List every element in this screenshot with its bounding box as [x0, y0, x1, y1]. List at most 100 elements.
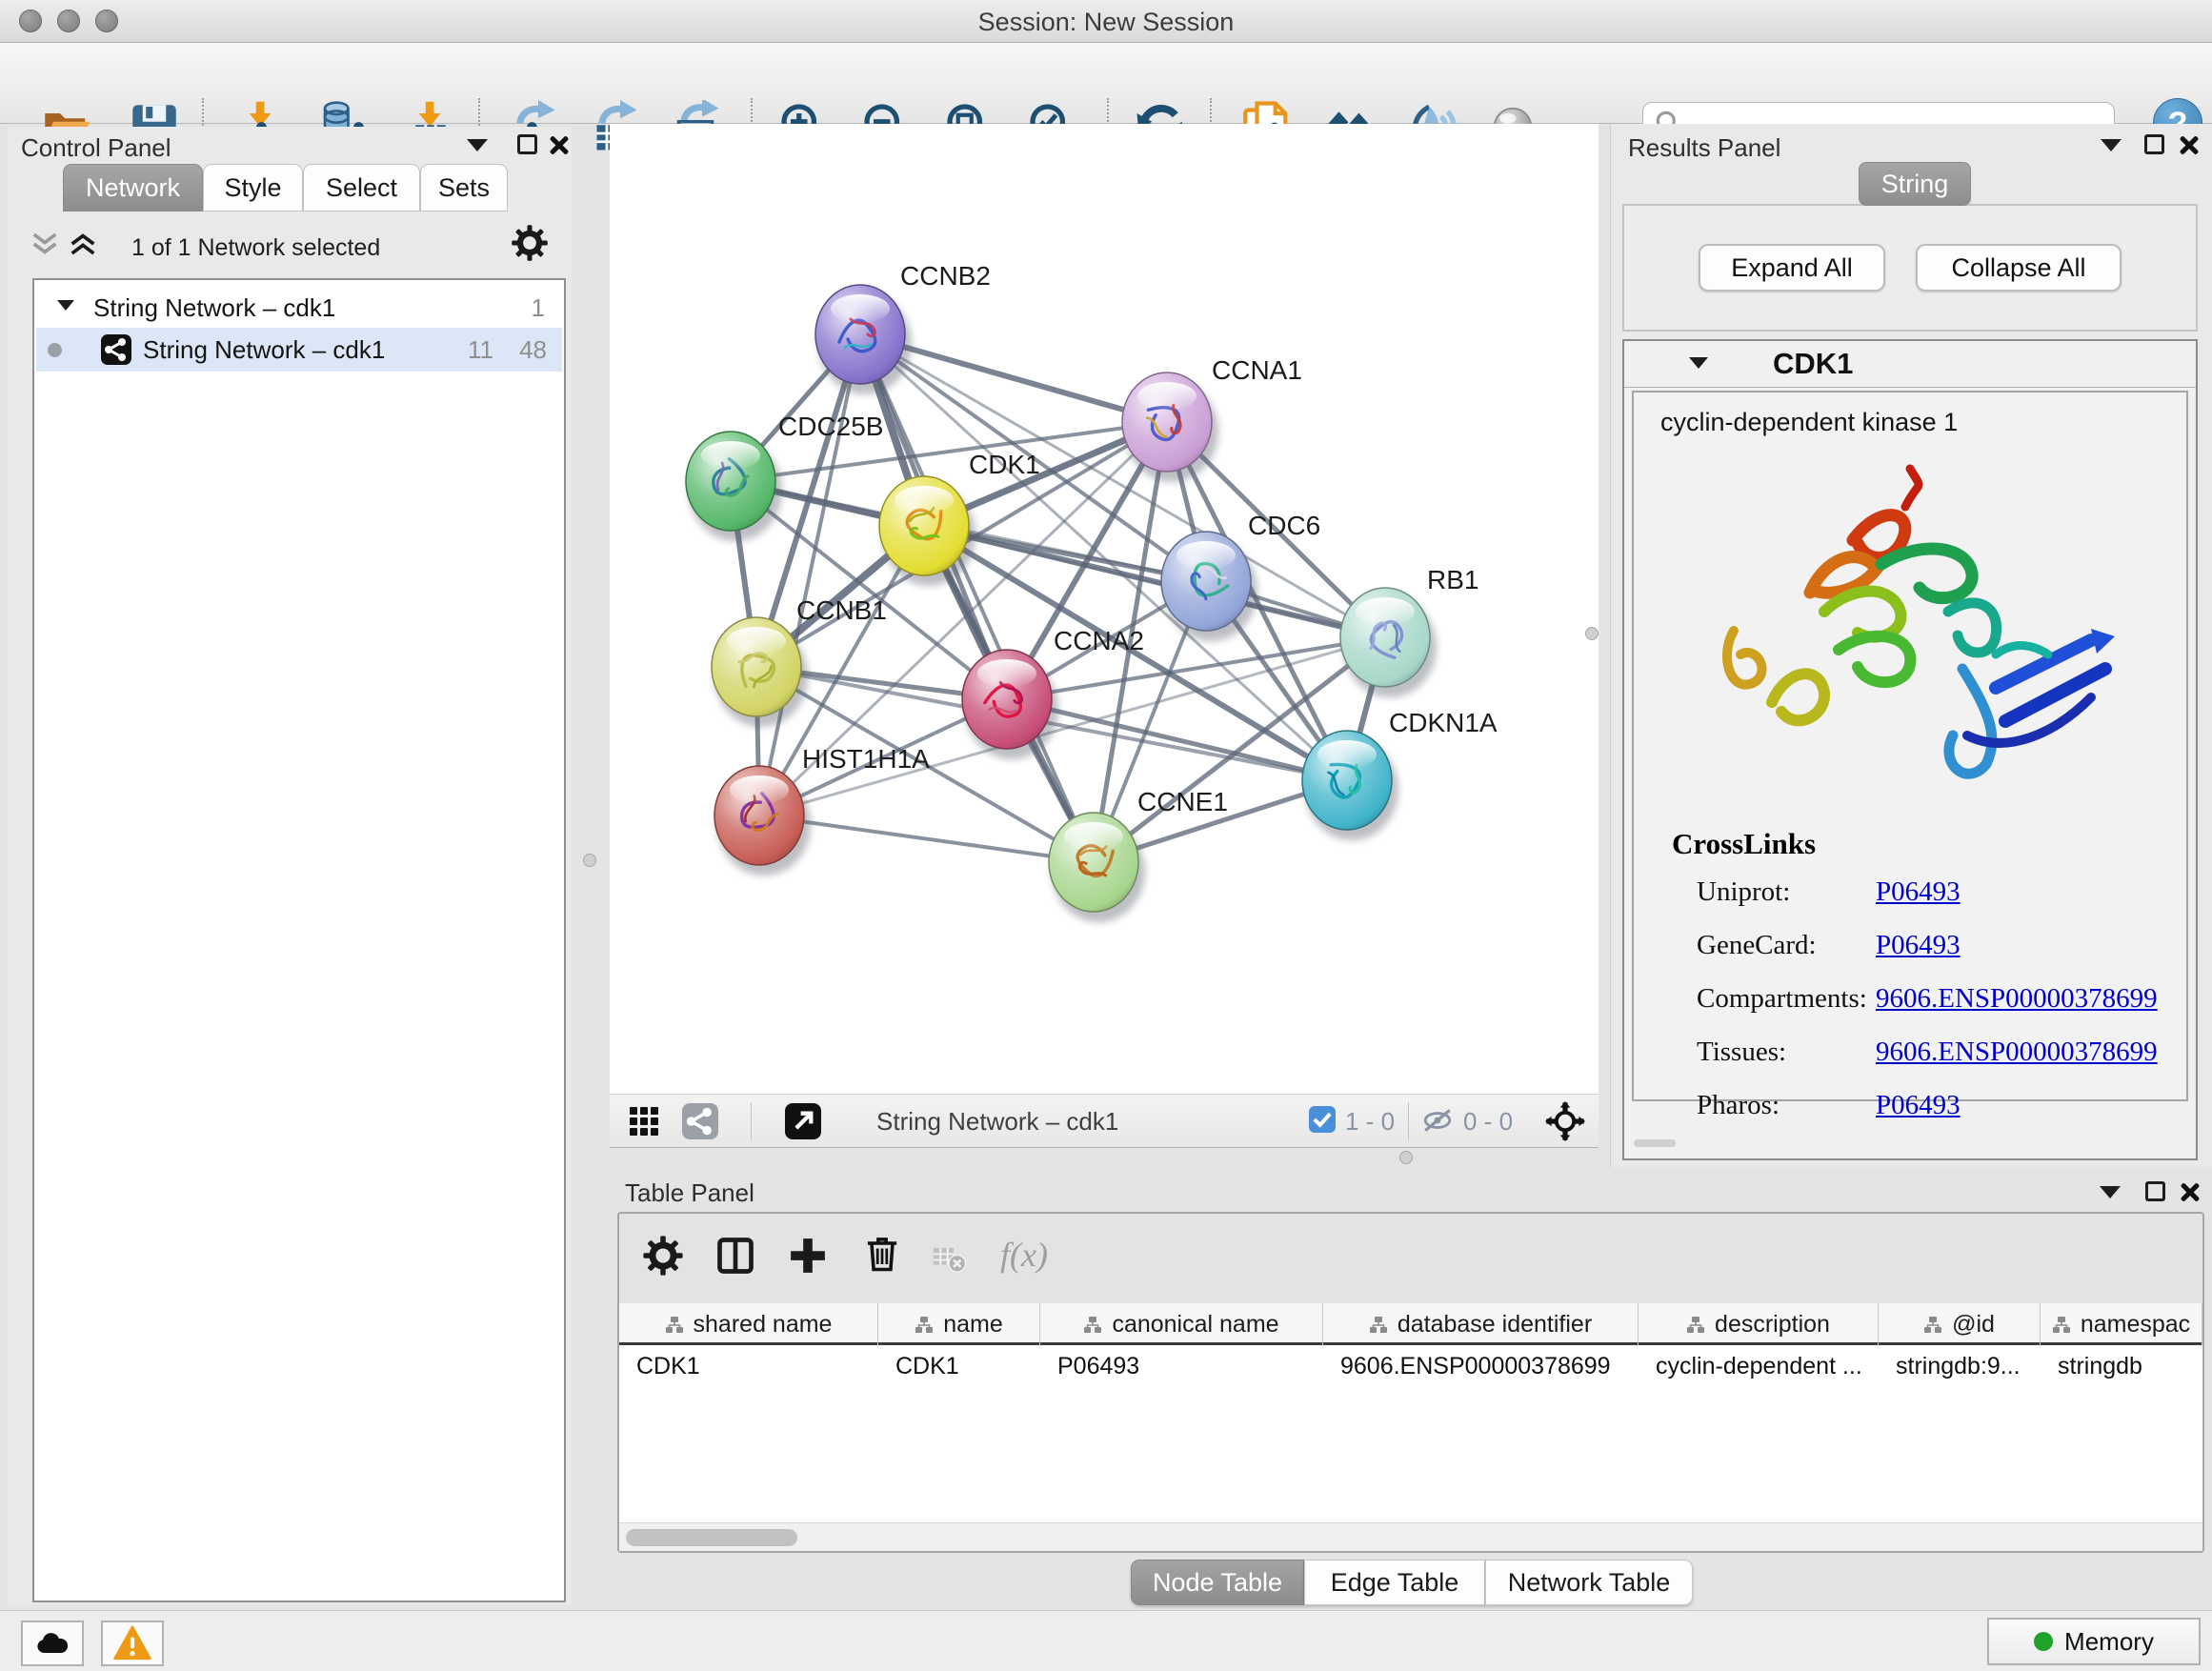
column-header[interactable]: shared name — [619, 1303, 878, 1345]
table-cell[interactable]: CDK1 — [619, 1345, 878, 1522]
close-panel-icon[interactable] — [549, 134, 570, 155]
protein-node[interactable]: CCNB1 — [712, 595, 887, 727]
delete-table-icon-disabled — [930, 1238, 968, 1277]
network-graph[interactable]: CCNB2CCNA1CDC25BCDK1CDC6RB1CCNB1CCNA2CDK… — [610, 124, 1599, 1094]
float-panel-icon[interactable] — [2145, 1181, 2165, 1201]
show-columns-icon[interactable] — [714, 1235, 756, 1277]
hidden-counts: 0 - 0 — [1463, 1107, 1513, 1137]
node-label: CCNB2 — [900, 261, 991, 291]
delete-column-icon[interactable] — [861, 1233, 903, 1275]
tab-style[interactable]: Style — [203, 164, 303, 211]
node-label: CCNA2 — [1054, 626, 1144, 655]
table-cell[interactable]: CDK1 — [878, 1345, 1040, 1522]
cdk1-details: cyclin-dependent kinase 1 — [1632, 391, 2188, 1101]
warning-button[interactable] — [101, 1621, 164, 1666]
birdseye-grid-icon[interactable] — [629, 1106, 659, 1137]
view-toolbar-separator — [751, 1102, 752, 1140]
table-gear-icon[interactable] — [642, 1235, 684, 1277]
network-canvas[interactable]: CCNB2CCNA1CDC25BCDK1CDC6RB1CCNB1CCNA2CDK… — [610, 124, 1599, 1094]
tab-network-table[interactable]: Network Table — [1485, 1560, 1693, 1605]
memory-button[interactable]: Memory — [1987, 1618, 2201, 1665]
expand-all-button[interactable]: Expand All — [1699, 244, 1885, 292]
tab-edge-table-label: Edge Table — [1331, 1568, 1459, 1597]
hidden-eye-icon[interactable] — [1421, 1106, 1454, 1135]
panel-menu-icon[interactable] — [2101, 139, 2122, 151]
crosslink-pharos-link[interactable]: P06493 — [1876, 1090, 1961, 1121]
node-label: RB1 — [1427, 565, 1478, 594]
string-view-icon[interactable] — [682, 1103, 718, 1139]
open-in-window-button[interactable] — [785, 1103, 821, 1139]
crosslink-uniprot-link[interactable]: P06493 — [1876, 876, 1961, 908]
column-header[interactable]: canonical name — [1040, 1303, 1323, 1345]
table-cell[interactable]: stringdb:9... — [1879, 1345, 2041, 1522]
cdk1-section-header[interactable]: CDK1 — [1624, 341, 2196, 388]
bottom-sash-handle[interactable] — [1399, 1151, 1413, 1164]
protein-node[interactable]: CDC6 — [1161, 511, 1320, 641]
add-column-icon[interactable] — [787, 1235, 829, 1277]
gene-description: cyclin-dependent kinase 1 — [1660, 408, 1958, 437]
tab-network[interactable]: Network — [63, 164, 203, 211]
tree-expand-icon[interactable] — [57, 300, 74, 311]
protein-structure-image — [1681, 450, 2158, 802]
results-hscrollbar[interactable] — [1634, 1139, 1676, 1147]
left-sash-handle[interactable] — [583, 854, 596, 867]
node-label: CDC25B — [778, 412, 883, 441]
crosslink-compartments-link[interactable]: 9606.ENSP00000378699 — [1876, 983, 2158, 1015]
column-header-label: name — [943, 1311, 1003, 1339]
float-panel-icon[interactable] — [517, 134, 537, 154]
column-header[interactable]: description — [1639, 1303, 1879, 1345]
column-header[interactable]: name — [878, 1303, 1040, 1345]
panel-menu-icon[interactable] — [2100, 1186, 2121, 1198]
crosslink-tissues-link[interactable]: 9606.ENSP00000378699 — [1876, 1037, 2158, 1068]
tab-node-table[interactable]: Node Table — [1131, 1560, 1304, 1605]
collapse-all-icon[interactable] — [29, 228, 61, 260]
close-panel-icon[interactable] — [2180, 1181, 2201, 1202]
float-panel-icon[interactable] — [2144, 134, 2164, 154]
network-collection-row[interactable]: String Network – cdk1 1 — [36, 288, 562, 330]
protein-node[interactable]: CCNA2 — [962, 626, 1144, 759]
fit-crosshair-icon[interactable] — [1545, 1101, 1585, 1141]
tab-string[interactable]: String — [1859, 162, 1971, 206]
tab-string-label: String — [1881, 170, 1949, 198]
collapse-all-button[interactable]: Collapse All — [1916, 244, 2122, 292]
close-panel-icon[interactable] — [2179, 134, 2200, 155]
network-node-count: 11 — [468, 335, 493, 365]
title-bar: Session: New Session — [0, 0, 2212, 43]
table-cell[interactable]: 9606.ENSP00000378699 — [1323, 1345, 1639, 1522]
right-sash-handle[interactable] — [1585, 627, 1599, 640]
tab-edge-table[interactable]: Edge Table — [1304, 1560, 1485, 1605]
column-header-label: @id — [1952, 1311, 1995, 1339]
tab-select[interactable]: Select — [303, 164, 420, 211]
panel-menu-icon[interactable] — [467, 139, 488, 151]
crosslink-genecard-link[interactable]: P06493 — [1876, 930, 1961, 961]
protein-node[interactable]: CDKN1A — [1302, 708, 1498, 840]
selected-checkbox[interactable] — [1309, 1106, 1336, 1133]
tab-sets[interactable]: Sets — [420, 164, 508, 211]
cloud-button[interactable] — [21, 1621, 84, 1666]
protein-node[interactable]: CCNA1 — [1122, 355, 1302, 482]
memory-status-dot — [2034, 1632, 2053, 1651]
table-cell[interactable]: stringdb — [2041, 1345, 2202, 1522]
table-data-row[interactable]: CDK1CDK1P064939606.ENSP00000378699cyclin… — [619, 1345, 2202, 1522]
column-header[interactable]: namespac — [2041, 1303, 2202, 1345]
network-selection-status: 1 of 1 Network selected — [131, 234, 380, 262]
table-cell[interactable]: cyclin-dependent ... — [1639, 1345, 1879, 1522]
column-header[interactable]: @id — [1879, 1303, 2041, 1345]
expand-all-icon[interactable] — [67, 228, 99, 260]
table-hscrollbar-thumb[interactable] — [626, 1529, 797, 1546]
crosslink-label: GeneCard: — [1697, 930, 1817, 961]
tab-style-label: Style — [224, 173, 281, 202]
network-row-selected[interactable]: String Network – cdk1 11 48 — [36, 328, 562, 372]
column-header-label: database identifier — [1398, 1311, 1592, 1339]
gene-name: CDK1 — [1773, 347, 1853, 381]
table-hscrollbar[interactable] — [619, 1522, 2202, 1551]
protein-node[interactable]: CCNE1 — [1049, 787, 1228, 922]
protein-node[interactable]: HIST1H1A — [714, 744, 930, 876]
section-collapse-icon[interactable] — [1689, 357, 1708, 369]
memory-label: Memory — [2064, 1627, 2154, 1657]
column-header[interactable]: database identifier — [1323, 1303, 1639, 1345]
protein-node[interactable]: RB1 — [1340, 565, 1478, 697]
table-cell[interactable]: P06493 — [1040, 1345, 1323, 1522]
node-label: HIST1H1A — [802, 744, 930, 774]
gear-icon[interactable] — [511, 224, 549, 262]
